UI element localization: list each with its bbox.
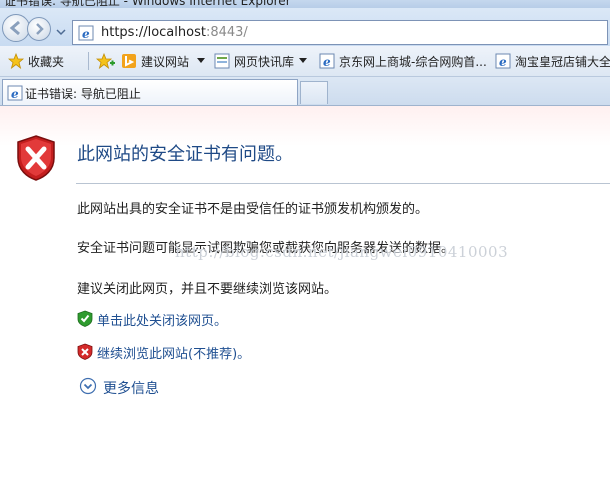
expand-chevron-icon bbox=[79, 377, 97, 395]
svg-text:e: e bbox=[323, 55, 331, 69]
window-title-bar: 证书错误: 导航已阻止 - Windows Internet Explorer bbox=[0, 0, 610, 8]
error-shield-icon bbox=[17, 135, 55, 181]
divider bbox=[76, 183, 610, 184]
add-to-favorites-bar-button[interactable] bbox=[96, 53, 116, 69]
svg-text:e: e bbox=[11, 87, 19, 101]
add-favorite-star-icon bbox=[96, 53, 115, 69]
forward-button[interactable] bbox=[27, 17, 51, 41]
favorites-bar: 收藏夹 建议网站 网页快讯库 e 京东网上商城-综合网购首... e 淘宝皇冠店… bbox=[0, 46, 610, 77]
back-button[interactable] bbox=[2, 14, 30, 42]
favorites-button[interactable]: 收藏夹 bbox=[8, 53, 72, 69]
web-slice-icon bbox=[214, 53, 230, 69]
chevron-down-icon bbox=[299, 58, 307, 63]
address-bar[interactable]: e https://localhost:8443/ bbox=[72, 20, 608, 45]
ie-page-icon: e bbox=[78, 25, 94, 41]
tab-certificate-error[interactable]: e 证书错误: 导航已阻止 bbox=[2, 79, 298, 105]
divider bbox=[88, 52, 89, 70]
window-title: 证书错误: 导航已阻止 - Windows Internet Explorer bbox=[4, 0, 291, 8]
favorites-item-web-slice-gallery[interactable]: 网页快讯库 bbox=[214, 53, 314, 69]
certificate-error-page: 此网站的安全证书有问题。 此网站出具的安全证书不是由受信任的证书颁发机构颁发的。… bbox=[0, 106, 610, 484]
svg-text:e: e bbox=[499, 55, 507, 69]
forward-arrow-icon bbox=[36, 23, 44, 35]
svg-text:e: e bbox=[82, 27, 90, 41]
recommendation-text: 建议关闭此网页，并且不要继续浏览该网站。 bbox=[77, 282, 338, 297]
page-title: 此网站的安全证书有问题。 bbox=[77, 144, 293, 165]
ie-page-icon: e bbox=[495, 53, 511, 69]
error-description: 此网站出具的安全证书不是由受信任的证书颁发机构颁发的。 bbox=[77, 202, 429, 217]
recent-pages-dropdown-icon[interactable] bbox=[56, 27, 66, 37]
more-information-toggle[interactable]: 更多信息 bbox=[79, 377, 159, 397]
red-shield-x-icon bbox=[77, 343, 93, 360]
watermark: http://blog.csdn.net/jiangwei0910410003 bbox=[175, 243, 509, 261]
back-arrow-icon bbox=[9, 20, 20, 36]
tab-strip: e 证书错误: 导航已阻止 bbox=[0, 77, 610, 106]
favorites-item-suggested-sites[interactable]: 建议网站 bbox=[121, 53, 211, 69]
chevron-down-icon bbox=[197, 58, 205, 63]
url-text[interactable]: https://localhost:8443/ bbox=[101, 25, 248, 40]
ie-page-icon: e bbox=[7, 85, 23, 101]
bing-icon bbox=[122, 54, 136, 68]
navigation-bar: e https://localhost:8443/ bbox=[0, 8, 610, 46]
favorites-item-jd[interactable]: e 京东网上商城-综合网购首... bbox=[319, 53, 491, 69]
new-tab-button[interactable] bbox=[300, 81, 328, 104]
green-shield-check-icon bbox=[77, 310, 93, 327]
ie-page-icon: e bbox=[319, 53, 335, 69]
star-icon bbox=[8, 53, 25, 69]
favorites-item-taobao[interactable]: e 淘宝皇冠店铺大全 bbox=[495, 53, 610, 69]
